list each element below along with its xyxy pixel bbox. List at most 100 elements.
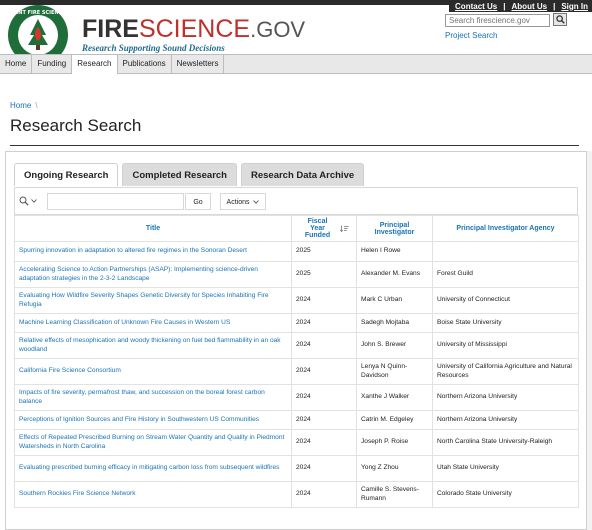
brand[interactable]: FIRESCIENCE.GOV Research Supporting Soun… bbox=[82, 15, 306, 54]
site-header: JOINT FIRE SCIENCE FIRESCIENCE.GOV Resea… bbox=[0, 5, 592, 65]
cell-fiscal-year: 2024 bbox=[291, 313, 357, 333]
nav-funding[interactable]: Funding bbox=[32, 55, 73, 73]
report-search-input[interactable] bbox=[47, 193, 184, 210]
breadcrumb: Home \ bbox=[10, 101, 38, 110]
column-header-agency[interactable]: Principal Investigator Agency bbox=[432, 215, 579, 242]
chevron-down-icon bbox=[31, 199, 37, 203]
sort-descending-icon bbox=[339, 225, 348, 232]
breadcrumb-home-link[interactable]: Home bbox=[10, 101, 31, 110]
brand-science: SCIENCE bbox=[138, 15, 251, 43]
brand-fire: FIRE bbox=[82, 15, 139, 43]
cell-principal-investigator: John S. Brewer bbox=[356, 332, 433, 359]
go-button[interactable]: Go bbox=[185, 193, 211, 210]
breadcrumb-separator: \ bbox=[35, 101, 38, 110]
site-search-button[interactable] bbox=[553, 13, 567, 26]
cell-fiscal-year: 2025 bbox=[291, 261, 357, 288]
brand-gov: .GOV bbox=[250, 17, 306, 42]
cell-principal-investigator: Camille S. Stevens-Rumann bbox=[356, 481, 433, 508]
column-header-label: Fiscal Year Funded bbox=[304, 218, 331, 239]
tab-completed-research[interactable]: Completed Research bbox=[122, 163, 237, 186]
nav-research[interactable]: Research bbox=[72, 55, 118, 74]
cell-fiscal-year: 2024 bbox=[291, 358, 357, 385]
project-search-link[interactable]: Project Search bbox=[445, 31, 497, 40]
table-row: California Fire Science Consortium 2024 Le… bbox=[14, 358, 579, 385]
research-tabs: Ongoing Research Completed Research Rese… bbox=[14, 163, 365, 186]
svg-text:JOINT FIRE SCIENCE: JOINT FIRE SCIENCE bbox=[9, 10, 66, 16]
report-toolbar: Go Actions bbox=[14, 187, 578, 215]
cell-fiscal-year: 2024 bbox=[291, 455, 357, 482]
table-row: Effects of Repeated Prescribed Burning o… bbox=[14, 429, 579, 456]
cell-agency: Utah State University bbox=[432, 455, 579, 482]
table-row: Impacts of fire severity, permafrost tha… bbox=[14, 384, 579, 411]
site-search-input[interactable] bbox=[445, 14, 550, 27]
title-divider bbox=[10, 145, 579, 146]
cell-fiscal-year: 2025 bbox=[291, 241, 357, 262]
table-body: Spurring innovation in adaptation to alt… bbox=[14, 241, 579, 508]
nav-home[interactable]: Home bbox=[0, 55, 33, 73]
cell-principal-investigator: Yong Z Zhou bbox=[356, 455, 433, 482]
nav-publications[interactable]: Publications bbox=[118, 55, 172, 73]
cell-agency: North Carolina State University-Raleigh bbox=[432, 429, 579, 456]
table-row: Machine Learning Classification of Unkno… bbox=[14, 313, 579, 333]
column-header-fiscal-year[interactable]: Fiscal Year Funded bbox=[291, 215, 357, 242]
cell-principal-investigator: Alexander M. Evans bbox=[356, 261, 433, 288]
actions-menu-button[interactable]: Actions bbox=[220, 193, 266, 210]
cell-principal-investigator: Catrin M. Edgeley bbox=[356, 410, 433, 430]
research-results-table: Title Fiscal Year Funded Principal Inves… bbox=[14, 215, 579, 508]
cell-title-link[interactable]: Evaluating How Wildfire Severity Shapes … bbox=[14, 287, 292, 314]
nav-newsletters[interactable]: Newsletters bbox=[172, 55, 225, 73]
contact-us-link[interactable]: Contact Us bbox=[455, 2, 497, 11]
page-title: Research Search bbox=[10, 116, 142, 135]
cell-fiscal-year: 2024 bbox=[291, 332, 357, 359]
cell-title-link[interactable]: Evaluating prescribed burning efficacy i… bbox=[14, 455, 292, 482]
brand-name: FIRESCIENCE.GOV bbox=[82, 15, 306, 43]
cell-principal-investigator: Mark C Urban bbox=[356, 287, 433, 314]
cell-fiscal-year: 2024 bbox=[291, 287, 357, 314]
cell-fiscal-year: 2024 bbox=[291, 429, 357, 456]
separator: | bbox=[503, 1, 506, 11]
cell-title-link[interactable]: Southern Rockies Fire Science Network bbox=[14, 481, 292, 508]
cell-title-link[interactable]: Spurring innovation in adaptation to alt… bbox=[14, 241, 292, 262]
table-row: Relative effects of mesophication and wo… bbox=[14, 332, 579, 359]
cell-title-link[interactable]: Machine Learning Classification of Unkno… bbox=[14, 313, 292, 333]
column-header-label: Principal Investigator bbox=[374, 221, 415, 236]
tab-research-data-archive[interactable]: Research Data Archive bbox=[240, 163, 365, 186]
cell-principal-investigator: Sadegh Mojtaba bbox=[356, 313, 433, 333]
cell-principal-investigator: Helen I Rowe bbox=[356, 241, 433, 262]
cell-title-link[interactable]: Relative effects of mesophication and wo… bbox=[14, 332, 292, 359]
cell-principal-investigator: Lenya N Quinn-Davidson bbox=[356, 358, 433, 385]
scrollbar-track[interactable] bbox=[587, 151, 592, 530]
cell-title-link[interactable]: Perceptions of Ignition Sources and Fire… bbox=[14, 410, 292, 430]
chevron-down-icon bbox=[253, 200, 260, 205]
about-us-link[interactable]: About Us bbox=[512, 2, 548, 11]
cell-title-link[interactable]: Effects of Repeated Prescribed Burning o… bbox=[14, 429, 292, 456]
cell-agency: Colorado State University bbox=[432, 481, 579, 508]
tab-ongoing-research[interactable]: Ongoing Research bbox=[14, 163, 119, 186]
table-row: Spurring innovation in adaptation to alt… bbox=[14, 241, 579, 262]
cell-principal-investigator: Xanthe J Walker bbox=[356, 384, 433, 411]
cell-fiscal-year: 2024 bbox=[291, 410, 357, 430]
tagline: Research Supporting Sound Decisions bbox=[82, 43, 225, 53]
cell-fiscal-year: 2024 bbox=[291, 481, 357, 508]
table-row: Evaluating prescribed burning efficacy i… bbox=[14, 455, 579, 482]
column-header-principal-investigator[interactable]: Principal Investigator bbox=[356, 215, 433, 242]
separator: | bbox=[553, 1, 556, 11]
cell-title-link[interactable]: California Fire Science Consortium bbox=[14, 358, 292, 385]
utility-links: Contact Us | About Us | Sign In bbox=[449, 0, 592, 12]
cell-agency: Forest Guild bbox=[432, 261, 579, 288]
cell-title-link[interactable]: Impacts of fire severity, permafrost tha… bbox=[14, 384, 292, 411]
cell-title-link[interactable]: Accelerating Science to Action Partnersh… bbox=[14, 261, 292, 288]
cell-fiscal-year: 2024 bbox=[291, 384, 357, 411]
column-search-menu[interactable] bbox=[19, 194, 43, 208]
table-row: Southern Rockies Fire Science Network 202… bbox=[14, 481, 579, 508]
sign-in-link[interactable]: Sign In bbox=[561, 2, 588, 11]
search-icon bbox=[555, 15, 565, 24]
cell-agency: Northern Arizona University bbox=[432, 410, 579, 430]
table-row: Evaluating How Wildfire Severity Shapes … bbox=[14, 287, 579, 314]
main-nav: Home Funding Research Publications Newsl… bbox=[0, 54, 592, 74]
column-header-label: Title bbox=[145, 225, 161, 232]
table-header-row: Title Fiscal Year Funded Principal Inves… bbox=[14, 215, 579, 242]
actions-label: Actions bbox=[226, 199, 250, 206]
cell-agency: University of California Agriculture and… bbox=[432, 358, 579, 385]
column-header-title[interactable]: Title bbox=[14, 215, 292, 242]
